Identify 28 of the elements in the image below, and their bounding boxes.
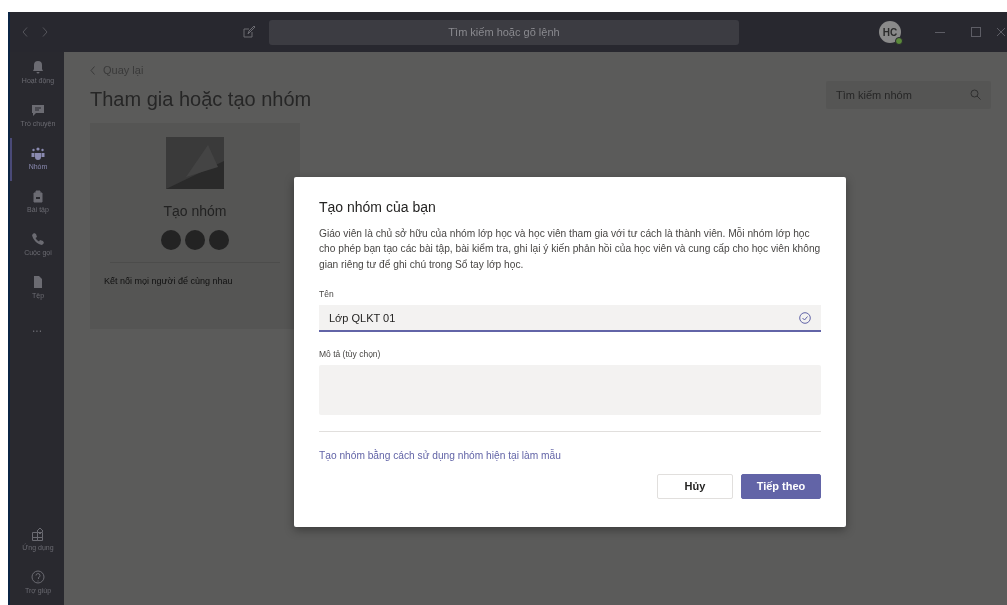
backpack-icon xyxy=(31,189,45,204)
cancel-button[interactable]: Hủy xyxy=(657,473,733,499)
search-field[interactable]: Tìm kiếm hoặc gõ lệnh xyxy=(269,19,739,45)
person-icon xyxy=(185,229,205,250)
bell-icon xyxy=(31,60,45,75)
maximize-icon[interactable] xyxy=(971,27,981,37)
back-chevron-icon[interactable] xyxy=(90,65,95,75)
person-icon xyxy=(209,229,229,250)
field-label: Mô tả (tùy chọn) xyxy=(319,348,382,361)
file-icon xyxy=(31,275,45,290)
compose-icon[interactable] xyxy=(243,26,255,38)
dialog-description: Giáo viên là chủ sở hữu của nhóm lớp học và học viên tham gia với tư cách là thành viên. Mỗi nhóm lớp học cho phép bạn tạo các bài tập, bài kiểm tra, ghi lại ý kiến phản hồi của học viên và cung cấp cho học viên không gian riêng tư để ghi chú trong Sổ tay lớp học. xyxy=(319,226,821,272)
people-icon xyxy=(31,146,45,161)
more-button[interactable]: ... xyxy=(10,310,64,346)
chat-icon xyxy=(31,103,45,118)
search-icon[interactable] xyxy=(970,88,981,100)
dialog-title: Tạo nhóm của bạn xyxy=(319,199,437,216)
close-icon[interactable] xyxy=(997,28,1005,36)
field-label: Tên xyxy=(319,288,335,302)
next-button[interactable]: Tiếp theo xyxy=(741,473,821,499)
template-link[interactable]: Tạo nhóm bằng cách sử dụng nhóm hiện tại làm mẫu xyxy=(319,449,561,461)
phone-icon xyxy=(31,232,45,247)
help-icon xyxy=(31,570,45,585)
avatar[interactable]: HC xyxy=(879,21,901,43)
card-caption: Kết nối mọi người để cùng nhau xyxy=(104,274,233,288)
apps-icon xyxy=(31,527,45,542)
input-field[interactable]: Lớp QLKT 01 xyxy=(319,305,821,333)
person-icon xyxy=(161,229,181,250)
